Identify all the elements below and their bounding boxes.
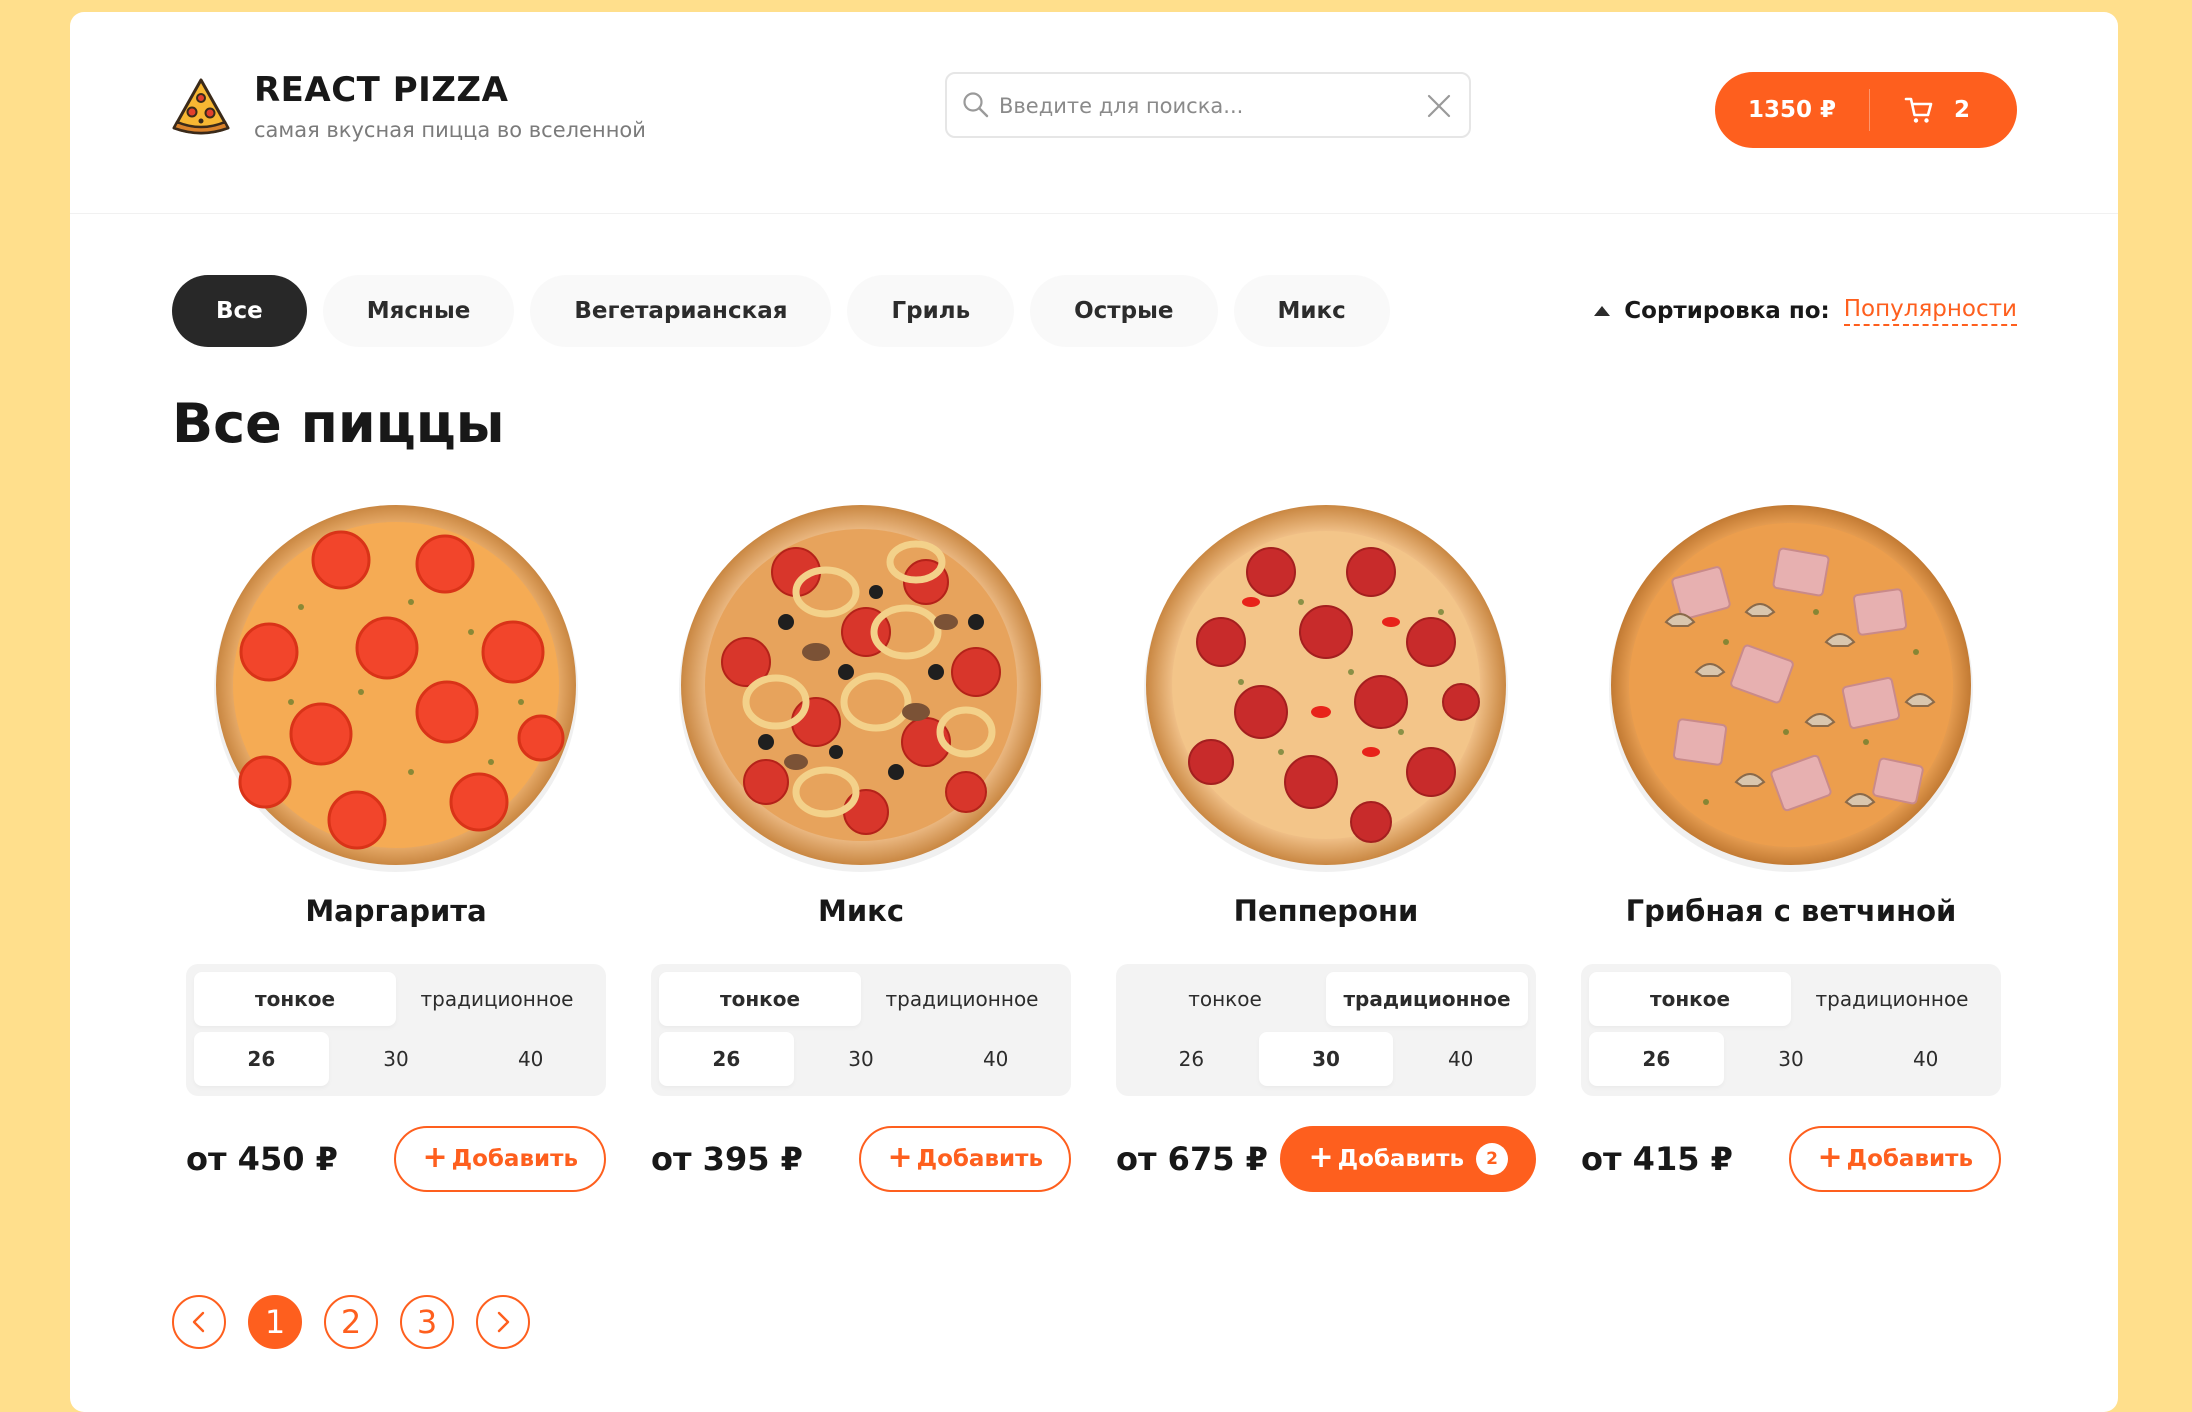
pizza-price: от 450 ₽ [186,1140,338,1178]
size-option[interactable]: 30 [1724,1032,1859,1086]
card-footer: от 395 ₽ + Добавить [651,1126,1071,1192]
add-to-cart-button[interactable]: + Добавить [859,1126,1071,1192]
caret-up-icon[interactable] [1594,306,1611,316]
size-option[interactable]: 40 [1393,1032,1528,1086]
dough-traditional-option[interactable]: традиционное [396,972,598,1026]
pizza-price: от 675 ₽ [1116,1140,1268,1178]
pizza-options: тонкое традиционное 26 30 40 [1116,964,1536,1096]
dough-traditional-option[interactable]: традиционное [1791,972,1993,1026]
card-footer: от 675 ₽ + Добавить 2 [1116,1126,1536,1192]
search-box [945,72,1471,138]
size-option[interactable]: 30 [1258,1032,1394,1086]
pizza-price: от 395 ₽ [651,1140,803,1178]
dough-selector: тонкое традиционное [194,972,598,1026]
plus-icon: + [887,1139,913,1175]
dough-selector: тонкое традиционное [659,972,1063,1026]
pizza-name: Маргарита [305,894,487,928]
dough-selector: тонкое традиционное [1124,972,1528,1026]
dough-selector: тонкое традиционное [1589,972,1993,1026]
add-label: Добавить [1846,1146,1973,1172]
pizza-price: от 415 ₽ [1581,1140,1733,1178]
add-to-cart-button[interactable]: + Добавить [1789,1126,2001,1192]
pizza-options: тонкое традиционное 26 30 40 [186,964,606,1096]
plus-icon: + [422,1139,448,1175]
pizza-options: тонкое традиционное 26 30 40 [651,964,1071,1096]
sort-value[interactable]: Популярности [1843,296,2017,326]
page-button[interactable]: 1 [248,1295,302,1349]
dough-thin-option[interactable]: тонкое [659,972,861,1026]
size-option[interactable]: 30 [794,1032,929,1086]
size-selector: 26 30 40 [659,1032,1063,1086]
category-grill[interactable]: Гриль [847,275,1015,347]
size-option[interactable]: 40 [463,1032,598,1086]
pizza-options: тонкое традиционное 26 30 40 [1581,964,2001,1096]
chevron-right-icon [497,1311,510,1333]
cart-button[interactable]: 1350 ₽ 2 [1715,72,2017,148]
dough-traditional-option[interactable]: традиционное [1326,972,1528,1026]
dough-thin-option[interactable]: тонкое [1589,972,1791,1026]
cart-item-count-badge: 2 [1476,1143,1508,1175]
category-meat[interactable]: Мясные [322,275,515,347]
search-icon [963,92,989,118]
app-container: REACT PIZZA самая вкусная пицца во вселе… [70,12,2118,1412]
category-all[interactable]: Все [172,275,307,347]
size-option[interactable]: 26 [659,1032,794,1086]
pizza-image [1144,505,1508,872]
pizza-image [214,505,578,872]
add-to-cart-button[interactable]: + Добавить 2 [1280,1126,1536,1192]
add-label: Добавить [451,1146,578,1172]
logo[interactable]: REACT PIZZA самая вкусная пицца во вселе… [170,66,646,142]
pizza-card: Грибная с ветчиной тонкое традиционное 2… [1581,502,2001,1192]
pizza-card: Микс тонкое традиционное 26 30 40 от 395… [651,502,1071,1192]
pizza-slice-icon [172,78,230,135]
add-label: Добавить [1337,1146,1464,1172]
next-page-button[interactable] [476,1295,530,1349]
size-selector: 26 30 40 [1589,1032,1993,1086]
pizza-name: Грибная с ветчиной [1625,894,1957,928]
category-mix[interactable]: Микс [1233,275,1390,347]
pizza-card: Маргарита тонкое традиционное 26 30 40 о… [186,502,606,1192]
size-option[interactable]: 40 [928,1032,1063,1086]
cart-icon [1904,97,1933,123]
sort-control: Сортировка по: Популярности [1594,296,2017,326]
brand-title: REACT PIZZA [254,70,509,110]
dough-thin-option[interactable]: тонкое [1124,972,1326,1026]
plus-icon: + [1308,1139,1334,1175]
page-button[interactable]: 2 [324,1295,378,1349]
add-to-cart-button[interactable]: + Добавить [394,1126,606,1192]
chevron-left-icon [192,1311,205,1333]
header: REACT PIZZA самая вкусная пицца во вселе… [70,12,2118,214]
pizza-name: Пепперони [1233,894,1419,928]
size-option[interactable]: 30 [329,1032,464,1086]
pizza-card: Пепперони тонкое традиционное 26 30 40 о… [1116,502,1536,1192]
pizza-image [679,505,1043,872]
pizza-name: Микс [817,894,905,928]
size-option[interactable]: 26 [1589,1032,1724,1086]
pagination: 1 2 3 [172,1295,530,1349]
add-label: Добавить [916,1146,1043,1172]
dough-thin-option[interactable]: тонкое [194,972,396,1026]
prev-page-button[interactable] [172,1295,226,1349]
size-selector: 26 30 40 [1124,1032,1528,1086]
sort-label: Сортировка по: [1624,298,1830,324]
category-vegetarian[interactable]: Вегетарианская [530,275,832,347]
cart-total: 1350 ₽ [1747,97,1837,123]
close-icon[interactable] [1425,92,1453,120]
page-button[interactable]: 3 [400,1295,454,1349]
size-option[interactable]: 26 [194,1032,329,1086]
brand-tagline: самая вкусная пицца во вселенной [254,118,646,142]
plus-icon: + [1817,1139,1843,1175]
card-footer: от 415 ₽ + Добавить [1581,1126,2001,1192]
size-option[interactable]: 26 [1124,1032,1259,1086]
category-list: Все Мясные Вегетарианская Гриль Острые М… [172,275,1390,347]
card-footer: от 450 ₽ + Добавить [186,1126,606,1192]
pizza-image [1609,505,1973,872]
cart-count: 2 [1954,97,1971,123]
page-title: Все пиццы [172,392,505,455]
search-input[interactable] [999,90,1399,122]
size-selector: 26 30 40 [194,1032,598,1086]
size-option[interactable]: 40 [1858,1032,1993,1086]
dough-traditional-option[interactable]: традиционное [861,972,1063,1026]
category-spicy[interactable]: Острые [1030,275,1218,347]
